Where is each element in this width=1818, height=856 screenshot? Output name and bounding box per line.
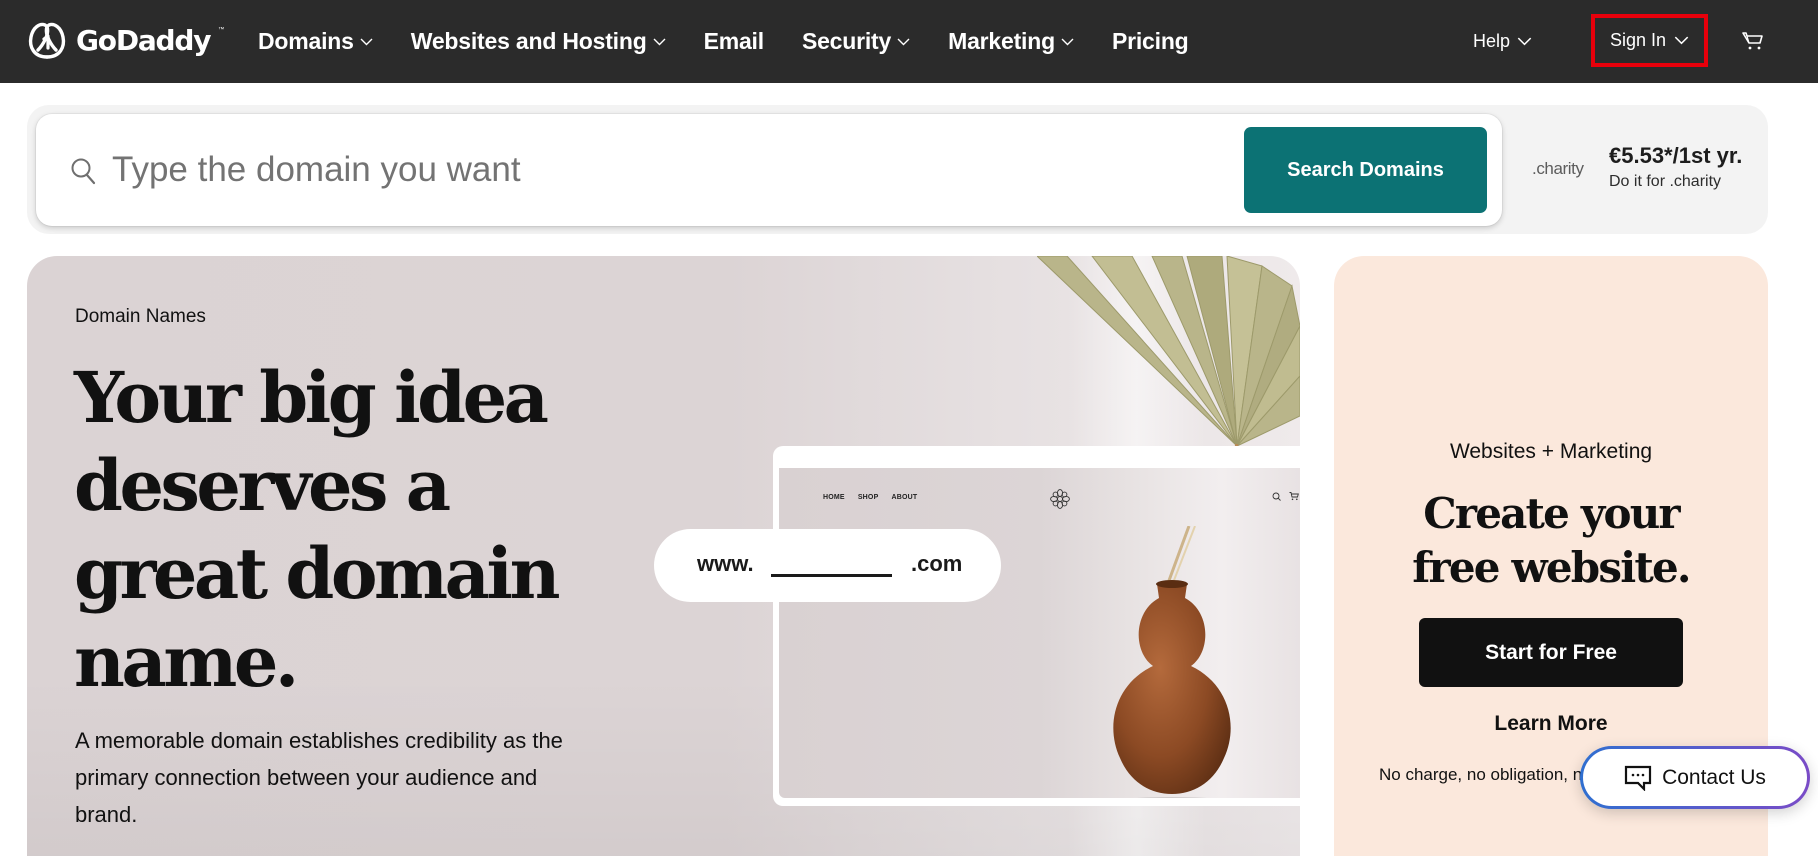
brand-name: GoDaddy (76, 23, 211, 57)
nav-pricing[interactable]: Pricing (1112, 28, 1189, 55)
nav-websites-hosting[interactable]: Websites and Hosting (411, 28, 666, 55)
mockup-nav-about: ABOUT (891, 494, 918, 501)
chevron-down-icon (897, 38, 910, 45)
cart-icon[interactable] (1742, 30, 1764, 52)
godaddy-logo-icon (28, 22, 66, 59)
nav-security[interactable]: Security (802, 28, 910, 55)
top-nav-bar: GoDaddy ™ Domains Websites and Hosting Em… (0, 0, 1818, 83)
website-mockup: HOME SHOP ABOUT (779, 468, 1300, 798)
chevron-down-icon (1061, 38, 1074, 45)
help-menu[interactable]: Help (1473, 0, 1532, 83)
promo-tld-label: .charity (1532, 159, 1584, 178)
promo-price[interactable]: €5.53*/1st yr. (1609, 143, 1742, 169)
mockup-search-icon (1272, 492, 1281, 501)
nav-email-label: Email (703, 28, 765, 54)
hero-eyebrow: Domain Names (75, 306, 206, 327)
nav-marketing-label: Marketing (948, 28, 1055, 54)
mockup-cart-icon (1289, 492, 1299, 501)
chevron-down-icon (1517, 37, 1532, 46)
help-label: Help (1473, 31, 1511, 51)
godaddy-logo[interactable]: GoDaddy ™ (26, 20, 224, 60)
nav-marketing[interactable]: Marketing (948, 28, 1074, 55)
side-card-note: No charge, no obligation, n (1379, 765, 1583, 784)
side-card-title: Create your free website. (1412, 489, 1691, 592)
hero-title: Your big idea deserves a great domain na… (74, 356, 560, 703)
search-icon (71, 158, 96, 185)
promo-subtext[interactable]: Do it for .charity (1609, 173, 1721, 191)
nav-domains[interactable]: Domains (258, 28, 373, 55)
chevron-down-icon (653, 38, 666, 45)
nav-websites-hosting-label: Websites and Hosting (410, 28, 647, 54)
url-prefix: www. (697, 551, 754, 576)
contact-us-label: Contact Us (1662, 765, 1766, 789)
sign-in-menu[interactable]: Sign In (1591, 14, 1708, 67)
learn-more-link[interactable]: Learn More (1334, 712, 1768, 736)
domain-search-input[interactable] (112, 140, 1112, 200)
contact-us-button[interactable]: Contact Us (1580, 746, 1810, 809)
domain-url-illustration: www. .com (654, 529, 1001, 602)
side-card-eyebrow: Websites + Marketing (1449, 440, 1653, 463)
nav-email[interactable]: Email (703, 28, 765, 55)
main-nav: Domains Websites and Hosting Email Secur… (258, 0, 1227, 83)
hero-body-text: A memorable domain establishes credibili… (75, 728, 563, 827)
trademark-symbol: ™ (218, 27, 225, 33)
mockup-nav-home: HOME (823, 494, 845, 501)
vase-image (1113, 526, 1231, 798)
nav-security-label: Security (801, 28, 892, 54)
chat-bubble-icon (1624, 765, 1652, 791)
chevron-down-icon (360, 38, 373, 45)
search-domains-button[interactable]: Search Domains (1244, 127, 1487, 213)
nav-pricing-label: Pricing (1111, 28, 1189, 54)
url-suffix: .com (911, 551, 963, 576)
mockup-nav-shop: SHOP (857, 494, 879, 501)
mockup-nav: HOME SHOP ABOUT (823, 494, 917, 501)
url-blank-line (771, 574, 892, 577)
start-for-free-button[interactable]: Start for Free (1419, 618, 1683, 687)
nav-domains-label: Domains (258, 28, 354, 54)
chevron-down-icon (1674, 36, 1689, 45)
sign-in-label: Sign In (1609, 30, 1667, 50)
mockup-flower-logo-icon (1050, 489, 1070, 509)
palm-leaf-image (1037, 256, 1300, 456)
